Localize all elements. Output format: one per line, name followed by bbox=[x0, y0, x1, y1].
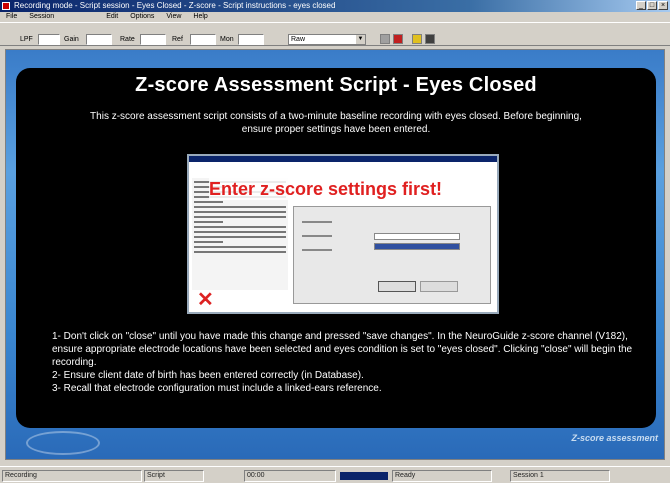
lpf-field[interactable] bbox=[38, 34, 60, 45]
step-1: 1- Don't click on "close" until you have… bbox=[52, 331, 633, 368]
toolbar-button-mon[interactable]: Mon bbox=[220, 34, 234, 45]
app-icon bbox=[2, 2, 10, 10]
step-3: 3- Recall that electrode configuration m… bbox=[52, 383, 382, 394]
script-instructions-panel: Z-score Assessment Script - Eyes Closed … bbox=[16, 68, 656, 428]
maximize-button[interactable]: □ bbox=[647, 1, 657, 10]
toolbar-button-lpf[interactable]: LPF bbox=[20, 34, 33, 45]
rate-field[interactable] bbox=[140, 34, 166, 45]
cross-icon: ✕ bbox=[197, 289, 214, 311]
toolbar-button-gain[interactable]: Gain bbox=[64, 34, 79, 45]
status-mode: Recording bbox=[2, 470, 142, 482]
status-bar: Recording Script 00:00 Ready Session 1 bbox=[0, 466, 670, 483]
menu-view[interactable]: View bbox=[160, 12, 187, 22]
record-icon[interactable] bbox=[393, 34, 403, 44]
grid-icon[interactable] bbox=[380, 34, 390, 44]
status-time: 00:00 bbox=[244, 470, 336, 482]
close-window-button[interactable]: × bbox=[658, 1, 668, 10]
display-mode-select[interactable]: Raw ▼ bbox=[288, 34, 366, 45]
minimize-button[interactable]: _ bbox=[636, 1, 646, 10]
screenshot-caption: Enter z-score settings first! bbox=[209, 178, 443, 200]
marker-icon[interactable] bbox=[412, 34, 422, 44]
chevron-down-icon[interactable]: ▼ bbox=[356, 35, 365, 44]
menu-session[interactable]: Session bbox=[23, 12, 60, 22]
status-ready: Ready bbox=[392, 470, 492, 482]
menu-bar: File Session Edit Options View Help bbox=[0, 12, 670, 22]
instruction-steps: 1- Don't click on "close" until you have… bbox=[52, 330, 642, 395]
settings-dialog-image bbox=[293, 206, 491, 304]
display-mode-value: Raw bbox=[291, 36, 306, 43]
settings-screenshot: ✕ Enter z-score settings first! bbox=[187, 154, 499, 314]
status-session: Session 1 bbox=[510, 470, 610, 482]
brand-label: Z-score assessment bbox=[571, 433, 658, 443]
intro-text: This z-score assessment script consists … bbox=[90, 111, 582, 135]
stop-icon[interactable] bbox=[425, 34, 435, 44]
ref-field[interactable] bbox=[190, 34, 216, 45]
menu-help[interactable]: Help bbox=[187, 12, 213, 22]
menu-edit[interactable]: Edit bbox=[100, 12, 124, 22]
mon-field[interactable] bbox=[238, 34, 264, 45]
window-title-bar: Recording mode - Script session - Eyes C… bbox=[0, 0, 670, 12]
step-2: 2- Ensure client date of birth has been … bbox=[52, 370, 364, 381]
workspace: Z-score Assessment Script - Eyes Closed … bbox=[5, 49, 665, 460]
logo-swoosh bbox=[26, 431, 100, 455]
page-title: Z-score Assessment Script - Eyes Closed bbox=[135, 74, 537, 96]
menu-options[interactable]: Options bbox=[124, 12, 160, 22]
gain-field[interactable] bbox=[86, 34, 112, 45]
status-script: Script bbox=[144, 470, 204, 482]
status-progress bbox=[340, 472, 388, 480]
toolbar-button-ref[interactable]: Ref bbox=[172, 34, 183, 45]
menu-file[interactable]: File bbox=[0, 12, 23, 22]
window-title: Recording mode - Script session - Eyes C… bbox=[14, 1, 336, 10]
toolbar-button-rate[interactable]: Rate bbox=[120, 34, 135, 45]
window-controls: _ □ × bbox=[636, 1, 668, 10]
